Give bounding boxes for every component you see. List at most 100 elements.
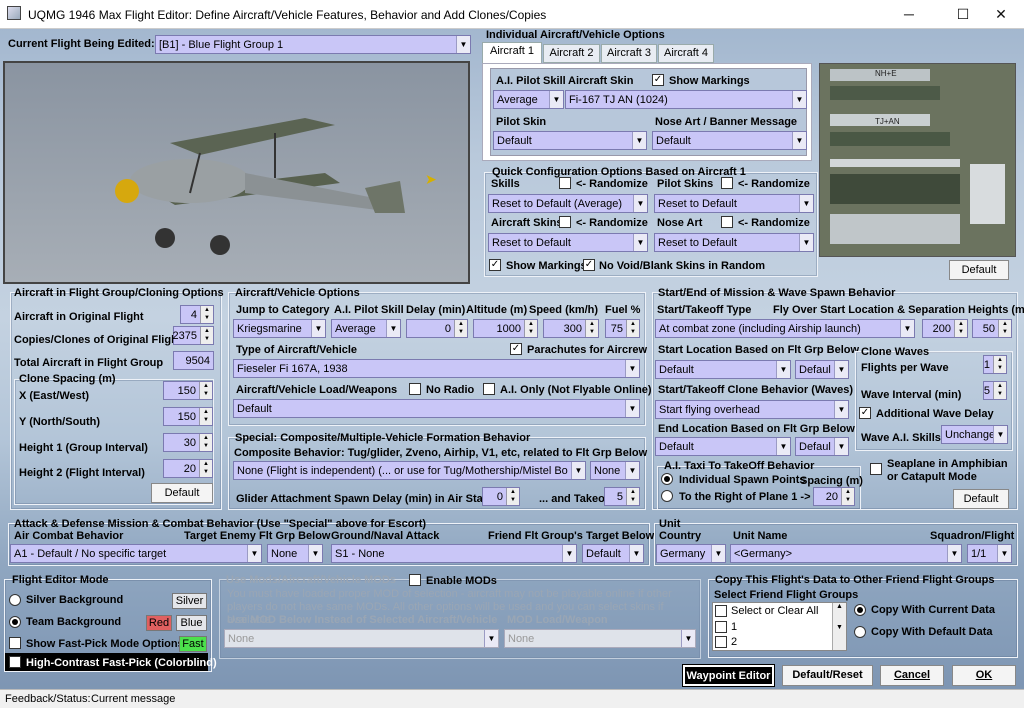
tab-aircraft-3[interactable]: Aircraft 3 [601, 44, 657, 63]
spin-icon[interactable]: ▲ ▼ [993, 382, 1006, 399]
orig-flight-stepper[interactable]: 4 ▲ ▼ [180, 305, 214, 324]
spin-icon[interactable]: ▲ ▼ [506, 488, 519, 505]
wave-ai-skills-select[interactable]: Unchange ▼ [941, 425, 1008, 444]
jump-select[interactable]: Kriegsmarine ▼ [233, 319, 326, 338]
high-contrast-checkbox[interactable] [9, 656, 21, 668]
tab-aircraft-4[interactable]: Aircraft 4 [658, 44, 714, 63]
skills-randomize-checkbox[interactable] [559, 177, 571, 189]
wave-interval-stepper[interactable]: 5 ▲ ▼ [983, 381, 1007, 400]
default-reset-button[interactable]: Default/Reset [782, 665, 873, 686]
fuel-stepper[interactable]: 75 ▲ ▼ [605, 319, 640, 338]
country-select[interactable]: Germany ▼ [656, 544, 726, 563]
ok-button[interactable]: OK [952, 665, 1016, 686]
spin-icon[interactable]: ▲ ▼ [993, 356, 1006, 373]
spin-icon[interactable]: ▲ ▼ [199, 434, 212, 451]
friend-target-select[interactable]: Default ▼ [582, 544, 644, 563]
glider-stepper[interactable]: 0 ▲ ▼ [482, 487, 520, 506]
startend-default-button[interactable]: Default [953, 489, 1009, 509]
end-loc-select[interactable]: Default ▼ [655, 437, 791, 456]
composite-related-select[interactable]: None ▼ [590, 461, 640, 480]
spin-icon[interactable]: ▲ ▼ [626, 320, 639, 337]
taxi-individual-radio[interactable] [661, 473, 673, 485]
h1-stepper[interactable]: 30 ▲ ▼ [163, 433, 213, 452]
q-nose-art-select[interactable]: Reset to Default ▼ [654, 233, 814, 252]
skills-select[interactable]: Reset to Default (Average) ▼ [488, 194, 648, 213]
takeoff-stepper[interactable]: 5 ▲ ▼ [604, 487, 640, 506]
copies-stepper[interactable]: 2375 ▲ ▼ [173, 326, 214, 345]
additional-delay-checkbox[interactable]: ✓ [859, 407, 871, 419]
friend-1-checkbox[interactable] [715, 621, 727, 633]
pilot-skins-select[interactable]: Reset to Default ▼ [654, 194, 814, 213]
h2-stepper[interactable]: 20 ▲ ▼ [163, 459, 213, 478]
show-markings-checkbox[interactable]: ✓ [652, 74, 664, 86]
pilot-skins-randomize-checkbox[interactable] [721, 177, 733, 189]
friend-2-checkbox[interactable] [715, 636, 727, 648]
spacing-stepper[interactable]: 20 ▲ ▼ [813, 487, 855, 506]
aircraft-skins-select[interactable]: Reset to Default ▼ [488, 233, 648, 252]
x-stepper[interactable]: 150 ▲ ▼ [163, 381, 213, 400]
speed-stepper[interactable]: 300 ▲ ▼ [543, 319, 599, 338]
spin-icon[interactable]: ▲ ▼ [841, 488, 854, 505]
mods-load-select[interactable]: None ▼ [504, 629, 696, 648]
height-a-stepper[interactable]: 200 ▲ ▼ [922, 319, 968, 338]
clone-beh-select[interactable]: Start flying overhead ▼ [655, 400, 849, 419]
tab-aircraft-1[interactable]: Aircraft 1 [482, 42, 542, 64]
nose-art-select[interactable]: Default ▼ [652, 131, 807, 150]
start-loc-select-2[interactable]: Defaul ▼ [795, 360, 849, 379]
current-flight-select[interactable]: [B1] - Blue Flight Group 1 ▼ [155, 35, 471, 54]
cloning-default-button[interactable]: Default [151, 483, 213, 503]
no-void-checkbox[interactable]: ✓ [583, 259, 595, 271]
cancel-button[interactable]: Cancel [880, 665, 944, 686]
list-scrollbar[interactable]: ▲ ▼ [832, 603, 846, 650]
waypoint-editor-button[interactable]: Waypoint Editor [682, 664, 775, 687]
spin-icon[interactable]: ▲ ▼ [199, 408, 212, 425]
pilot-skin-select[interactable]: Default ▼ [493, 131, 647, 150]
nose-art-randomize-checkbox[interactable] [721, 216, 733, 228]
close-button[interactable]: ✕ [978, 0, 1024, 29]
target-enemy-select[interactable]: None ▼ [267, 544, 323, 563]
q-show-markings-checkbox[interactable]: ✓ [489, 259, 501, 271]
type-select[interactable]: Fieseler Fi 167A, 1938 ▼ [233, 359, 640, 378]
tab-aircraft-2[interactable]: Aircraft 2 [543, 44, 600, 63]
team-bg-radio[interactable] [9, 616, 21, 628]
squadron-select[interactable]: 1/1 ▼ [967, 544, 1012, 563]
spin-icon[interactable]: ▲ ▼ [626, 488, 639, 505]
copy-current-radio[interactable] [854, 604, 866, 616]
spin-icon[interactable]: ▲ ▼ [454, 320, 467, 337]
spin-icon[interactable]: ▲ ▼ [200, 327, 213, 344]
enable-mods-checkbox[interactable] [409, 574, 421, 586]
ground-attack-select[interactable]: S1 - None ▼ [331, 544, 577, 563]
y-stepper[interactable]: 150 ▲ ▼ [163, 407, 213, 426]
individual-default-button[interactable]: Default [949, 260, 1009, 280]
unit-name-select[interactable]: <Germany> ▼ [730, 544, 962, 563]
friend-groups-list[interactable]: Select or Clear All 1 2 ▲ ▼ [712, 602, 847, 651]
fast-pick-checkbox[interactable] [9, 637, 21, 649]
no-radio-checkbox[interactable] [409, 383, 421, 395]
ai-only-checkbox[interactable] [483, 383, 495, 395]
ind-skin-select[interactable]: Fi-167 TJ AN (1024) ▼ [565, 90, 807, 109]
copy-default-radio[interactable] [854, 626, 866, 638]
altitude-stepper[interactable]: 1000 ▲ ▼ [473, 319, 538, 338]
seaplane-checkbox[interactable] [870, 463, 882, 475]
spin-icon[interactable]: ▲ ▼ [524, 320, 537, 337]
minimize-button[interactable]: ─ [886, 0, 932, 29]
air-combat-select[interactable]: A1 - Default / No specific target ▼ [10, 544, 262, 563]
spin-icon[interactable]: ▲ ▼ [200, 306, 213, 323]
ao-skill-select[interactable]: Average ▼ [331, 319, 401, 338]
spin-icon[interactable]: ▲ ▼ [998, 320, 1011, 337]
spin-icon[interactable]: ▲ ▼ [585, 320, 598, 337]
spin-icon[interactable]: ▲ ▼ [199, 460, 212, 477]
select-all-checkbox[interactable] [715, 605, 727, 617]
height-b-stepper[interactable]: 50 ▲ ▼ [972, 319, 1012, 338]
taxi-right-radio[interactable] [661, 490, 673, 502]
delay-stepper[interactable]: 0 ▲ ▼ [406, 319, 468, 338]
ind-skill-select[interactable]: Average ▼ [493, 90, 564, 109]
end-loc-select-2[interactable]: Defaul ▼ [795, 437, 849, 456]
start-loc-select[interactable]: Default ▼ [655, 360, 791, 379]
mods-use-select[interactable]: None ▼ [224, 629, 499, 648]
load-select[interactable]: Default ▼ [233, 399, 640, 418]
aircraft-skins-randomize-checkbox[interactable] [559, 216, 571, 228]
start-type-select[interactable]: At combat zone (including Airship launch… [655, 319, 915, 338]
silver-bg-radio[interactable] [9, 594, 21, 606]
flights-per-wave-stepper[interactable]: 1 ▲ ▼ [983, 355, 1007, 374]
